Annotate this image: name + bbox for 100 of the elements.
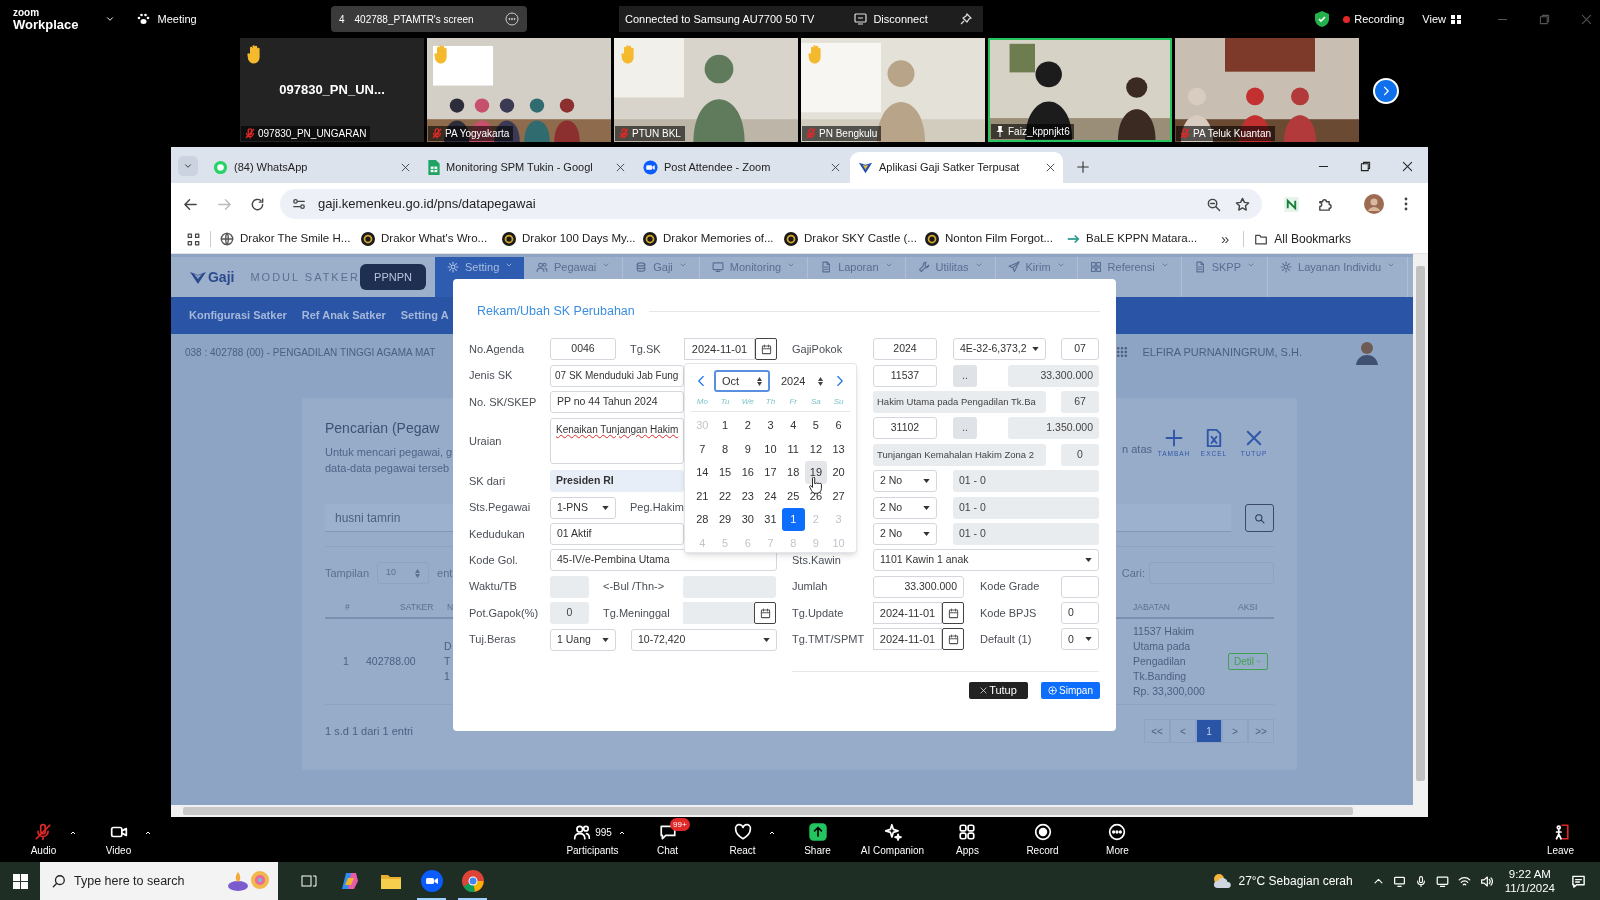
input-field[interactable]: 45-IV/e-Pembina Utama — [550, 549, 777, 572]
zoom-icon[interactable] — [1206, 196, 1221, 212]
close-icon[interactable] — [831, 163, 840, 172]
select-field[interactable]: 2 No — [873, 496, 937, 519]
meeting-menu[interactable]: Meeting — [157, 10, 197, 28]
disconnect-button[interactable]: Disconnect — [873, 10, 928, 28]
calendar-button[interactable] — [942, 628, 964, 651]
clock[interactable]: 9:22 AM 11/1/2024 — [1504, 867, 1555, 895]
calendar-day[interactable]: 24 — [759, 484, 782, 507]
vertical-scrollbar[interactable] — [1413, 254, 1428, 805]
speaker-icon[interactable] — [1479, 874, 1493, 888]
video-tile[interactable]: PA Teluk Kuantan — [1175, 38, 1359, 142]
restore-icon[interactable] — [1360, 161, 1371, 172]
input-field[interactable]: 31102 — [873, 417, 937, 440]
notification-icon[interactable] — [1571, 873, 1586, 889]
all-bookmarks-button[interactable]: All Bookmarks — [1254, 230, 1352, 248]
calendar-day[interactable]: 12 — [804, 437, 828, 460]
meeting-control-button[interactable]: Leave — [1546, 817, 1575, 862]
caret-icon[interactable] — [144, 829, 152, 837]
display-icon[interactable] — [1435, 874, 1449, 888]
browser-tab[interactable]: Post Attendee - Zoom — [635, 152, 848, 183]
calendar-day[interactable]: 25 — [781, 484, 805, 507]
bookmark[interactable]: Drakor 100 Days My... — [502, 230, 643, 248]
user-avatar[interactable] — [1354, 339, 1380, 365]
bookmark[interactable]: BaLE KPPN Matara... — [1066, 230, 1207, 248]
calendar-button[interactable] — [754, 602, 776, 625]
calendar-day[interactable]: 31 — [759, 508, 782, 531]
calendar-day[interactable]: 7 — [691, 437, 714, 460]
network-icon[interactable] — [1392, 874, 1406, 888]
calendar-day[interactable]: 20 — [827, 461, 850, 484]
browse-button[interactable]: .. — [953, 417, 977, 440]
date-field[interactable]: 2024-11-01 — [684, 338, 755, 361]
close-button[interactable]: Tutup — [969, 681, 1028, 699]
folder-icon[interactable] — [380, 873, 401, 889]
sub-navigation-link[interactable]: Konfigurasi Satker — [189, 307, 287, 324]
video-tile[interactable]: 097830_PN_UN... 097830_PN_UNGARAN — [240, 38, 424, 142]
calendar-day[interactable]: 23 — [736, 484, 760, 507]
calendar-day[interactable]: 1 — [713, 414, 737, 437]
wifi-icon[interactable] — [1457, 874, 1471, 888]
caret-icon[interactable] — [618, 829, 626, 837]
site-info-icon[interactable] — [292, 197, 306, 211]
bookmark[interactable]: Drakor What's Wro... — [361, 230, 502, 248]
select-field[interactable]: 1 Uang — [550, 628, 616, 651]
sub-navigation-link[interactable]: Setting A — [400, 307, 449, 324]
meeting-control-button[interactable]: Apps — [956, 817, 979, 862]
meeting-control-button[interactable]: React — [729, 817, 756, 862]
apps-grid-icon[interactable] — [1116, 346, 1129, 358]
calendar-day[interactable]: 3 — [759, 414, 782, 437]
browser-tab[interactable]: Aplikasi Gaji Satker Terpusat — [850, 152, 1063, 183]
input-field[interactable]: PP no 44 Tahun 2024 — [550, 390, 684, 413]
close-icon[interactable] — [401, 163, 410, 172]
address-bar[interactable]: gaji.kemenkeu.go.id/pns/datapegawai — [280, 189, 1262, 219]
input-field[interactable]: 0046 — [550, 338, 616, 361]
pagination-button[interactable]: 1 — [1196, 719, 1222, 743]
select-field[interactable]: 10-72,420 — [631, 628, 777, 651]
meeting-control-button[interactable]: AI Companion — [860, 817, 925, 862]
select-field[interactable]: 1101 Kawin 1 anak — [873, 549, 1099, 572]
input-field[interactable]: 33.300.000 — [873, 575, 964, 598]
month-select[interactable]: Oct — [714, 370, 770, 392]
select-field[interactable]: 2 No — [873, 470, 937, 493]
close-icon[interactable] — [616, 163, 625, 172]
bookmark[interactable]: Drakor The Smile H... — [220, 230, 361, 248]
pin-icon[interactable] — [959, 13, 972, 25]
select-field[interactable]: 4E-32-6,373,2 — [953, 338, 1046, 361]
taskbar-search-field[interactable]: Type here to search — [40, 862, 278, 900]
browser-icon[interactable] — [461, 870, 484, 892]
meeting-control-button[interactable]: More — [1106, 817, 1129, 862]
shared-screen-pill[interactable]: 4 402788_PTAMTR's screen — [331, 6, 527, 32]
bookmark[interactable]: Drakor Memories of... — [643, 230, 784, 248]
browse-button[interactable]: .. — [953, 364, 977, 387]
calendar-day[interactable]: 1 — [781, 508, 805, 531]
bookmarks-overflow-button[interactable]: » — [1221, 227, 1230, 251]
close-icon[interactable] — [1046, 163, 1055, 172]
select-field[interactable]: 2 No — [873, 522, 937, 545]
video-tile[interactable]: PTUN BKL — [614, 38, 798, 142]
calendar-day[interactable]: 16 — [736, 461, 760, 484]
date-field[interactable]: 2024-11-01 — [873, 628, 942, 651]
input-field[interactable]: 07 SK Menduduki Jab Fung — [550, 364, 684, 387]
video-tile[interactable]: PA Yogyakarta — [427, 38, 611, 142]
calendar-day[interactable]: 8 — [713, 437, 737, 460]
menu-icon[interactable] — [1404, 197, 1408, 211]
video-camera-icon[interactable] — [420, 870, 443, 892]
calendar-day[interactable]: 13 — [827, 437, 850, 460]
calendar-day[interactable]: 19 — [804, 461, 828, 484]
save-button[interactable]: Simpan — [1041, 681, 1100, 699]
puzzle-icon[interactable] — [1317, 196, 1332, 212]
view-menu[interactable]: View — [1422, 10, 1446, 28]
calendar-button[interactable] — [755, 338, 777, 361]
task-view-icon[interactable] — [300, 874, 317, 888]
calendar-day[interactable]: 9 — [736, 437, 760, 460]
bookmark[interactable]: Drakor SKY Castle (... — [784, 230, 925, 248]
calendar-day[interactable]: 18 — [781, 461, 805, 484]
calendar-day[interactable]: 14 — [691, 461, 714, 484]
star-icon[interactable] — [1235, 196, 1250, 212]
calendar-day[interactable]: 27 — [827, 484, 850, 507]
input-field[interactable]: 01 Aktif — [550, 522, 684, 545]
text-area[interactable]: Kenaikan Tunjangan Hakim — [550, 418, 684, 465]
meeting-control-button[interactable]: Record — [1026, 817, 1059, 862]
next-page-button[interactable] — [1373, 78, 1399, 104]
new-tab-icon[interactable] — [1077, 161, 1089, 173]
